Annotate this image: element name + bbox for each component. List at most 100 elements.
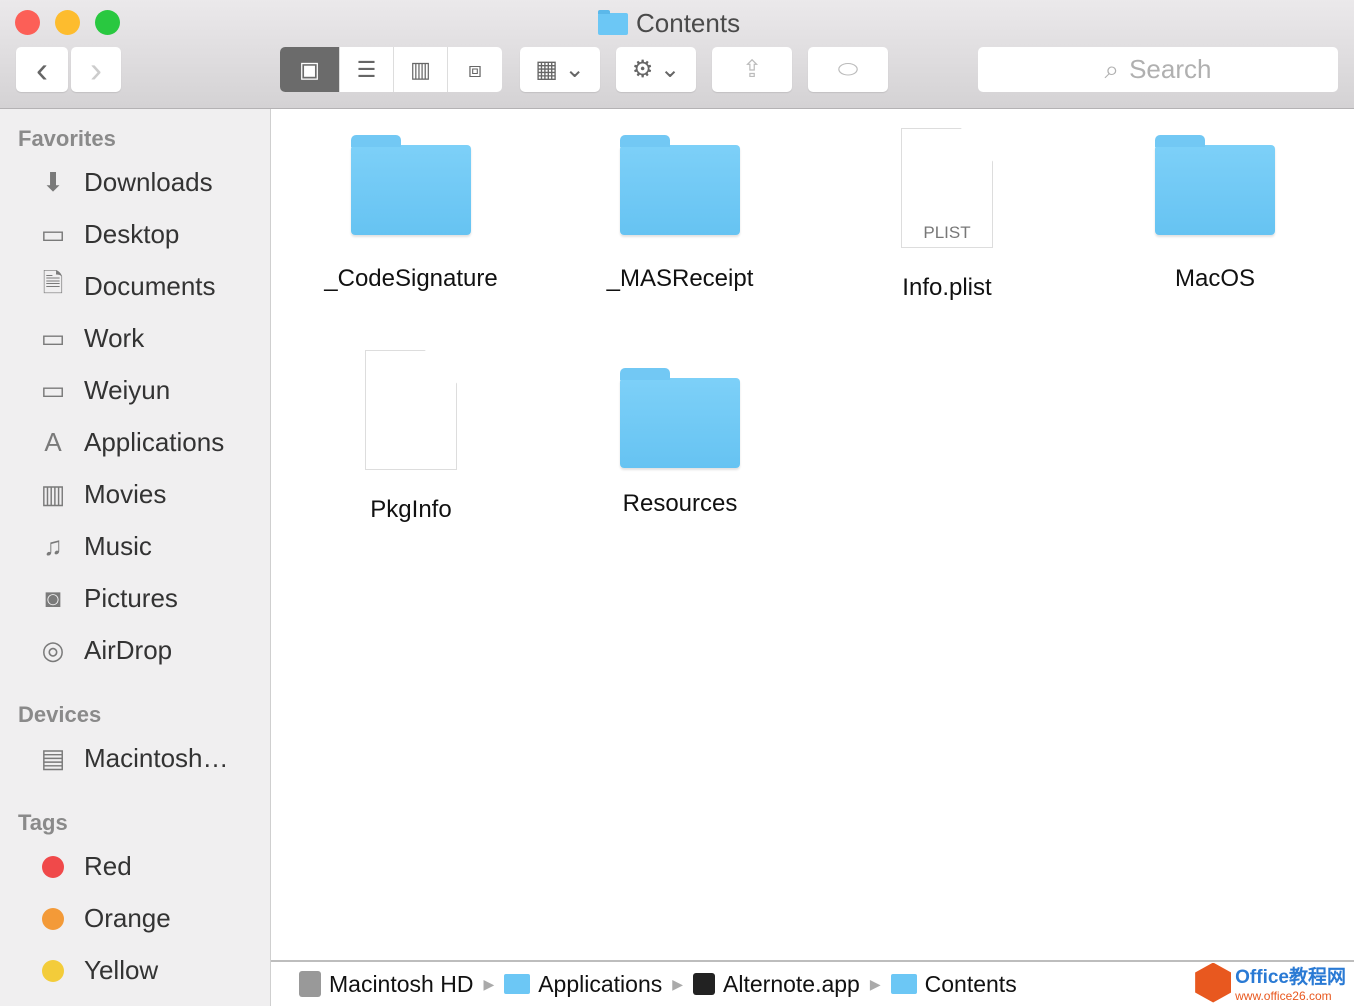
- sidebar-item-label: AirDrop: [84, 635, 173, 665]
- sidebar-item[interactable]: ▤ Macintosh…: [36, 743, 229, 774]
- path-separator-icon: ▶: [483, 975, 495, 992]
- toolbar: Contents ‹ › ▣ ☰ ▥ ⧈ ▦ ⌄ ⚙ ⌄ ⇪ ⬭ ⌕ Search: [0, 0, 1354, 109]
- tag-color-dot-icon: [42, 907, 64, 930]
- grid-icon: ▦: [535, 56, 558, 83]
- file-name: Resources: [622, 490, 738, 517]
- path-item[interactable]: Contents: [890, 971, 1017, 998]
- view-mode-selector: ▣ ☰ ▥ ⧈: [280, 47, 502, 92]
- share-icon: ⇪: [741, 56, 763, 83]
- file-item[interactable]: PkgInfo: [281, 350, 541, 524]
- hard-drive-icon: ▤: [40, 743, 66, 773]
- icon-view-button[interactable]: ▣: [280, 47, 340, 92]
- documents-icon: 🗎: [42, 267, 64, 298]
- file-name: _MASReceipt: [606, 265, 754, 292]
- sidebar-item-label: Applications: [84, 427, 225, 457]
- sidebar-item[interactable]: ◙ Pictures: [36, 583, 178, 614]
- hard-drive-icon: [299, 971, 321, 997]
- sidebar-item-label: Weiyun: [84, 375, 171, 405]
- sidebar-item[interactable]: Orange: [36, 903, 171, 934]
- file-item[interactable]: MacOS: [1085, 128, 1345, 293]
- sidebar-item[interactable]: ▭ Weiyun: [36, 375, 171, 406]
- sidebar-item-label: Red: [84, 851, 132, 881]
- applications-folder-icon: [504, 974, 531, 994]
- column-view-button[interactable]: ▥: [394, 47, 448, 92]
- path-item[interactable]: Alternote.app: [693, 971, 860, 998]
- folder-icon: [620, 368, 740, 468]
- file-name: MacOS: [1174, 265, 1255, 292]
- file-item[interactable]: PLIST Info.plist: [817, 128, 1077, 302]
- sidebar-item-label: Movies: [84, 479, 167, 509]
- app-icon: [693, 973, 716, 995]
- watermark-logo: Office教程网 www.office26.com: [1195, 962, 1346, 1003]
- path-item-label: Applications: [538, 970, 663, 997]
- gear-icon: ⚙: [631, 56, 654, 83]
- path-separator-icon: ▶: [672, 975, 684, 992]
- file-type-badge: PLIST: [923, 223, 971, 242]
- tag-button[interactable]: ⬭: [808, 47, 888, 92]
- music-icon: ♫: [43, 531, 63, 561]
- zoom-button[interactable]: [95, 10, 120, 35]
- cover-flow-button[interactable]: ⧈: [448, 47, 502, 92]
- path-bar: Macintosh HD ▶ Applications ▶ Alternote.app ▶…: [271, 960, 1354, 1006]
- file-name: PkgInfo: [370, 496, 452, 523]
- tags-header: Tags: [18, 810, 68, 835]
- sidebar-item[interactable]: ♫ Music: [36, 531, 152, 562]
- file-name: _CodeSignature: [324, 265, 498, 292]
- chevron-down-icon: ⌄: [660, 56, 681, 83]
- sidebar-item-label: Yellow: [84, 955, 159, 985]
- sidebar-item[interactable]: ◎ AirDrop: [36, 635, 172, 666]
- file-item[interactable]: Resources: [550, 350, 810, 518]
- path-item[interactable]: Macintosh HD: [299, 971, 473, 998]
- sidebar-item[interactable]: Yellow: [36, 955, 158, 986]
- folder-icon: [890, 974, 917, 994]
- path-separator-icon: ▶: [869, 975, 881, 992]
- folder-icon: [620, 135, 740, 235]
- sidebar-item-label: Music: [84, 531, 152, 561]
- sidebar-item-label: Desktop: [84, 219, 180, 249]
- sidebar-item-label: Work: [84, 323, 145, 353]
- search-icon: ⌕: [1104, 53, 1120, 84]
- search-input[interactable]: ⌕ Search: [978, 47, 1338, 92]
- path-item-label: Alternote.app: [723, 970, 860, 997]
- movies-icon: ▥: [40, 479, 66, 509]
- applications-icon: A: [44, 427, 62, 457]
- sidebar-item[interactable]: A Applications: [36, 427, 224, 458]
- folder-icon: ▭: [40, 375, 66, 405]
- close-button[interactable]: [15, 10, 40, 35]
- sidebar-item-label: Orange: [84, 903, 171, 933]
- sidebar-item-label: Pictures: [84, 583, 178, 613]
- folder-icon: [351, 135, 471, 235]
- folder-icon: [1155, 135, 1275, 235]
- sidebar-item[interactable]: ⬇ Downloads: [36, 167, 213, 198]
- file-item[interactable]: _MASReceipt: [550, 128, 810, 293]
- sidebar-item-label: Macintosh…: [84, 743, 229, 773]
- sidebar-item[interactable]: ▭ Desktop: [36, 219, 180, 250]
- sidebar-item[interactable]: 🗎 Documents: [36, 267, 216, 302]
- back-button[interactable]: ‹: [16, 47, 68, 92]
- action-button[interactable]: ⚙ ⌄: [616, 47, 696, 92]
- tag-icon: ⬭: [837, 55, 859, 83]
- arrange-button[interactable]: ▦ ⌄: [520, 47, 600, 92]
- camera-icon: ◙: [45, 583, 61, 613]
- file-name: Info.plist: [902, 274, 992, 301]
- folder-icon: [598, 9, 628, 35]
- sidebar-item[interactable]: Red: [36, 851, 132, 882]
- share-button[interactable]: ⇪: [712, 47, 792, 92]
- document-icon: [365, 350, 457, 470]
- minimize-button[interactable]: [55, 10, 80, 35]
- sidebar: Favorites Devices Tags ⬇ Downloads ▭ Deskto…: [0, 109, 271, 1006]
- sidebar-item[interactable]: ▥ Movies: [36, 479, 167, 510]
- devices-header: Devices: [18, 702, 102, 727]
- download-icon: ⬇: [42, 167, 64, 197]
- sidebar-item-label: Downloads: [84, 167, 213, 197]
- chevron-down-icon: ⌄: [564, 56, 585, 83]
- path-item[interactable]: Applications: [504, 971, 662, 998]
- forward-button[interactable]: ›: [71, 47, 121, 92]
- desktop-icon: ▭: [40, 219, 66, 249]
- sidebar-item-label: Documents: [84, 271, 216, 301]
- file-item[interactable]: _CodeSignature: [281, 128, 541, 293]
- plist-file-icon: PLIST: [901, 128, 993, 248]
- window-title: Contents: [598, 8, 740, 39]
- list-view-button[interactable]: ☰: [340, 47, 394, 92]
- sidebar-item[interactable]: ▭ Work: [36, 323, 145, 354]
